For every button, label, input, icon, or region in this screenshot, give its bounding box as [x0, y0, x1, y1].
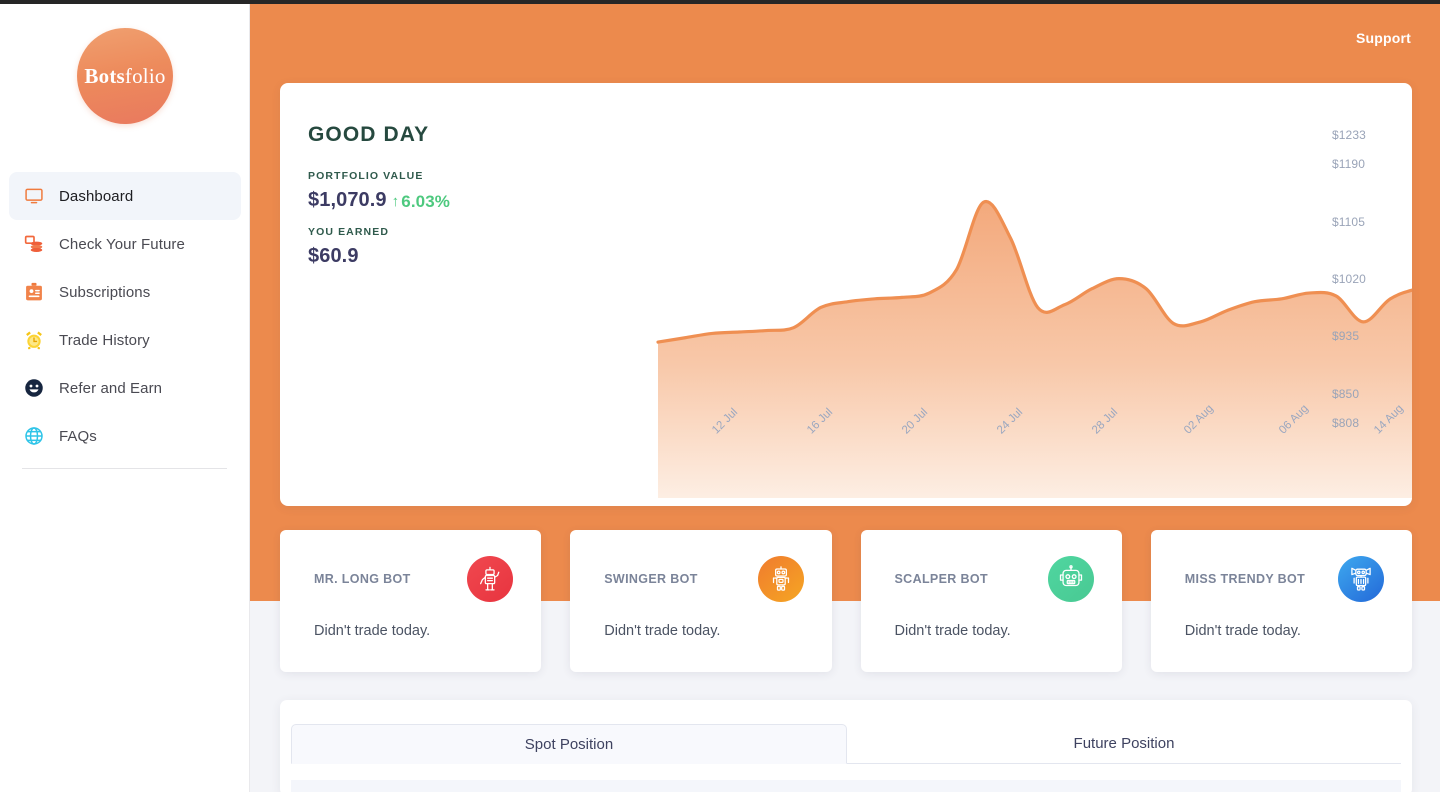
sidebar-nav: Dashboard Check Your Future Subscription…: [0, 172, 250, 460]
sidebar-item-label: FAQs: [59, 427, 97, 445]
tab-future-position[interactable]: Future Position: [847, 724, 1401, 764]
bot-status: Didn't trade today.: [314, 623, 431, 639]
bot-name: SCALPER BOT: [894, 572, 988, 586]
app-logo[interactable]: Botsfolio: [0, 28, 250, 124]
globe-icon: [23, 425, 45, 447]
sidebar-item-subscriptions[interactable]: Subscriptions: [9, 268, 241, 316]
logo-text-bold: Bots: [84, 63, 125, 88]
sidebar-item-label: Check Your Future: [59, 235, 185, 253]
bot-name: SWINGER BOT: [604, 572, 698, 586]
bot-card[interactable]: MISS TRENDY BOT Didn't trade today.: [1150, 530, 1412, 672]
sidebar-item-dashboard[interactable]: Dashboard: [9, 172, 241, 220]
bot-status: Didn't trade today.: [894, 623, 1011, 639]
main-content: Support GOOD DAY PORTFOLIO VALUE $1,070.…: [250, 4, 1440, 792]
positions-tabs: Spot Position Future Position: [291, 724, 1401, 764]
sidebar-divider: [22, 468, 227, 469]
chart-x-tick: 02 Aug: [1182, 402, 1216, 437]
id-badge-icon: [23, 281, 45, 303]
sidebar-item-faqs[interactable]: FAQs: [9, 412, 241, 460]
bot-card[interactable]: MR. LONG BOT Didn't trade today.: [280, 530, 542, 672]
chart-x-tick: 20 Jul: [900, 406, 931, 437]
coins-icon: [23, 233, 45, 255]
chart-x-axis: 12 Jul 16 Jul 20 Jul 24 Jul 28 Jul 02 Aug 06 A…: [280, 83, 1412, 506]
chart-x-tick: 14 Aug: [1372, 402, 1406, 437]
bot-status: Didn't trade today.: [1184, 623, 1301, 639]
monitor-icon: [23, 185, 45, 207]
bot-card-header: MISS TRENDY BOT: [1185, 556, 1384, 602]
positions-panel: Spot Position Future Position: [280, 700, 1412, 792]
positions-table-header: [291, 780, 1401, 792]
bot-status: Didn't trade today.: [604, 623, 721, 639]
sidebar-item-label: Dashboard: [59, 187, 134, 205]
support-link[interactable]: Support: [1356, 30, 1411, 46]
logo-text: Botsfolio: [84, 64, 165, 89]
logo-text-light: folio: [124, 63, 166, 88]
robot-icon: [467, 556, 514, 602]
sidebar-item-label: Trade History: [59, 331, 150, 349]
robot-head-icon: [1047, 556, 1094, 602]
chart-x-tick: 28 Jul: [1090, 406, 1121, 437]
logo-circle: Botsfolio: [77, 28, 173, 124]
sidebar-item-label: Refer and Earn: [59, 379, 163, 397]
smiley-icon: [23, 377, 45, 399]
bot-card[interactable]: SWINGER BOT Didn't trade today.: [570, 530, 832, 672]
sidebar: Botsfolio Dashboard Check Your Future Su…: [0, 4, 250, 792]
bot-card-header: MR. LONG BOT: [314, 556, 514, 602]
chart-x-tick: 12 Jul: [710, 406, 741, 437]
alarm-clock-icon: [23, 329, 45, 351]
chart-x-tick: 24 Jul: [995, 406, 1026, 437]
portfolio-overview-panel: GOOD DAY PORTFOLIO VALUE $1,070.9 ↑ 6.03…: [280, 83, 1412, 506]
bot-cards-row: MR. LONG BOT Didn't trade today. SWINGER…: [280, 530, 1412, 672]
chart-x-tick: 06 Aug: [1277, 402, 1311, 437]
sidebar-item-trade-history[interactable]: Trade History: [9, 316, 241, 364]
bot-name: MR. LONG BOT: [314, 572, 411, 586]
robot-icon: [1338, 556, 1384, 602]
chart-x-tick: 16 Jul: [805, 406, 836, 437]
robot-icon: [757, 556, 804, 602]
tab-spot-position[interactable]: Spot Position: [291, 724, 847, 764]
bot-card-header: SWINGER BOT: [604, 556, 804, 602]
bot-card-header: SCALPER BOT: [895, 556, 1094, 602]
sidebar-item-check-your-future[interactable]: Check Your Future: [9, 220, 241, 268]
sidebar-item-label: Subscriptions: [59, 283, 151, 301]
sidebar-item-refer-and-earn[interactable]: Refer and Earn: [9, 364, 241, 412]
bot-card[interactable]: SCALPER BOT Didn't trade today.: [860, 530, 1122, 672]
bot-name: MISS TRENDY BOT: [1184, 572, 1306, 586]
